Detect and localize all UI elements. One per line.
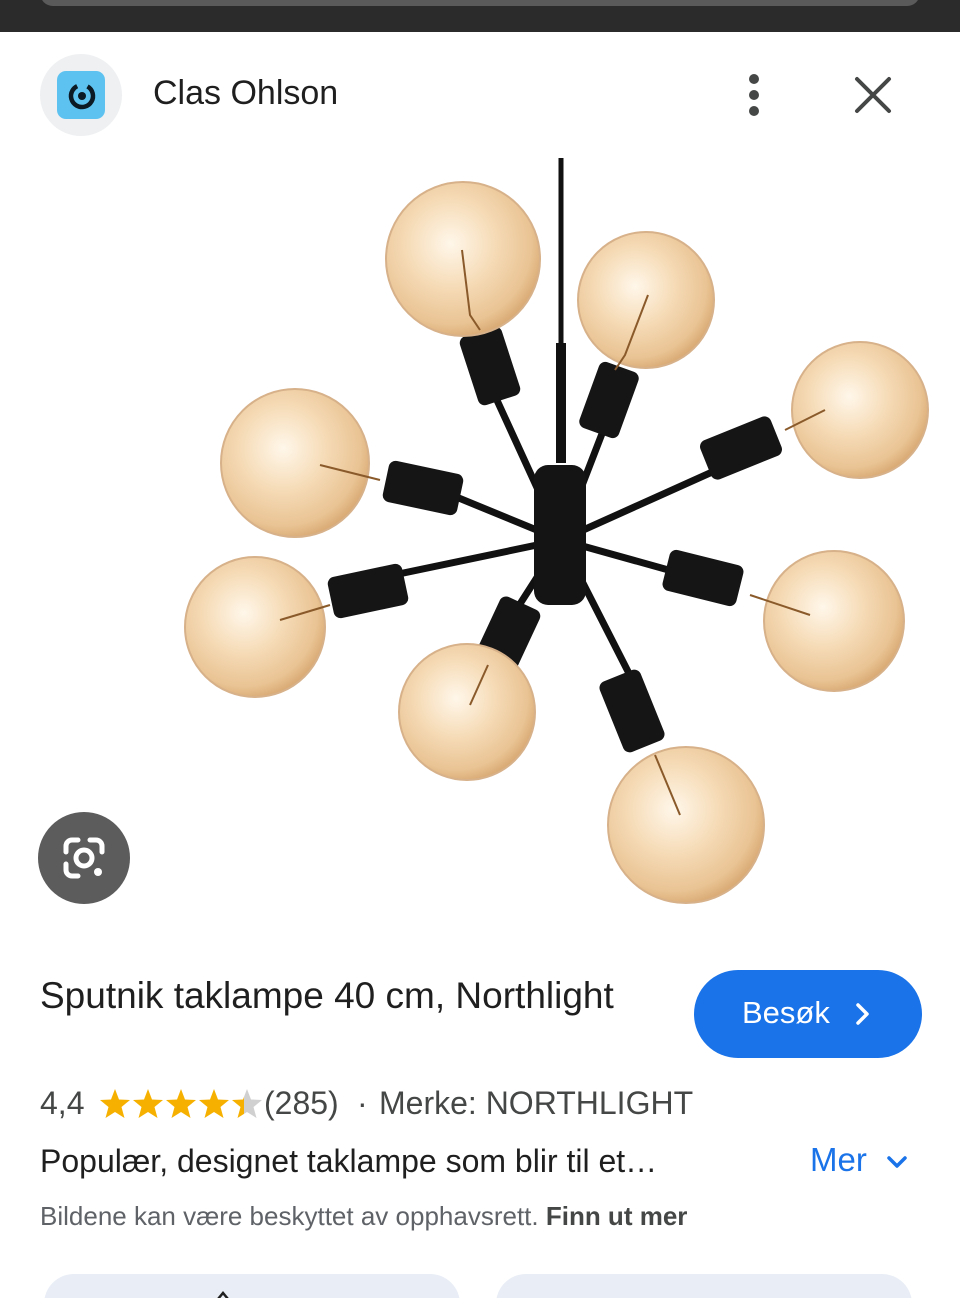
bulb-7 [599, 669, 765, 904]
site-name[interactable]: Clas Ohlson [153, 74, 338, 113]
site-logo[interactable] [40, 54, 122, 136]
lamp-hub [534, 465, 586, 605]
chevron-right-icon [856, 1003, 869, 1025]
star-icon [166, 1089, 196, 1118]
separator-dot: · [357, 1085, 368, 1121]
more-vert-dot [749, 90, 759, 100]
learn-more-link[interactable]: Finn ut mer [546, 1201, 688, 1231]
action-card-left[interactable] [44, 1274, 460, 1298]
result-header: Clas Ohlson [0, 32, 960, 152]
bulb-1 [385, 181, 541, 406]
star-icon [100, 1089, 130, 1118]
visit-button-label: Besøk [742, 995, 830, 1030]
rating-value: 4,4 [40, 1085, 85, 1121]
bulb-2 [577, 231, 715, 439]
chevron-down-icon[interactable] [884, 1150, 910, 1176]
star-icon [133, 1089, 163, 1118]
bulb-6 [398, 596, 541, 781]
visit-button[interactable]: Besøk [694, 970, 922, 1058]
close-icon [855, 77, 891, 113]
more-options-button[interactable] [734, 70, 774, 120]
product-title[interactable]: Sputnik taklampe 40 cm, Northlight [40, 972, 660, 1020]
copyright-text: Bildene kan være beskyttet av opphavsret… [40, 1201, 539, 1231]
close-button[interactable] [848, 70, 898, 120]
star-icon [199, 1089, 229, 1118]
share-icon [217, 1291, 229, 1298]
bulb-3 [700, 341, 929, 480]
star-icon [232, 1089, 262, 1118]
lens-search-button[interactable] [38, 812, 130, 904]
review-count[interactable]: (285) [264, 1085, 339, 1122]
bulb-8 [662, 549, 905, 692]
address-bar[interactable] [40, 0, 920, 6]
copyright-notice: Bildene kan være beskyttet av opphavsret… [40, 1201, 687, 1232]
more-link[interactable]: Mer [810, 1141, 867, 1179]
bulb-5 [184, 556, 409, 698]
more-vert-dot [749, 106, 759, 116]
clas-ohlson-logo-icon [57, 71, 105, 119]
brand-text: Merke: NORTHLIGHT [379, 1085, 694, 1121]
google-lens-icon [63, 837, 105, 879]
product-image[interactable] [170, 155, 940, 915]
lamp-cord [556, 158, 566, 463]
product-description: Populær, designet taklampe som blir til … [40, 1143, 658, 1179]
browser-top-bar [0, 0, 960, 32]
bulb-4 [220, 388, 464, 538]
action-card-right[interactable] [496, 1274, 912, 1298]
more-vert-icon [749, 74, 759, 84]
